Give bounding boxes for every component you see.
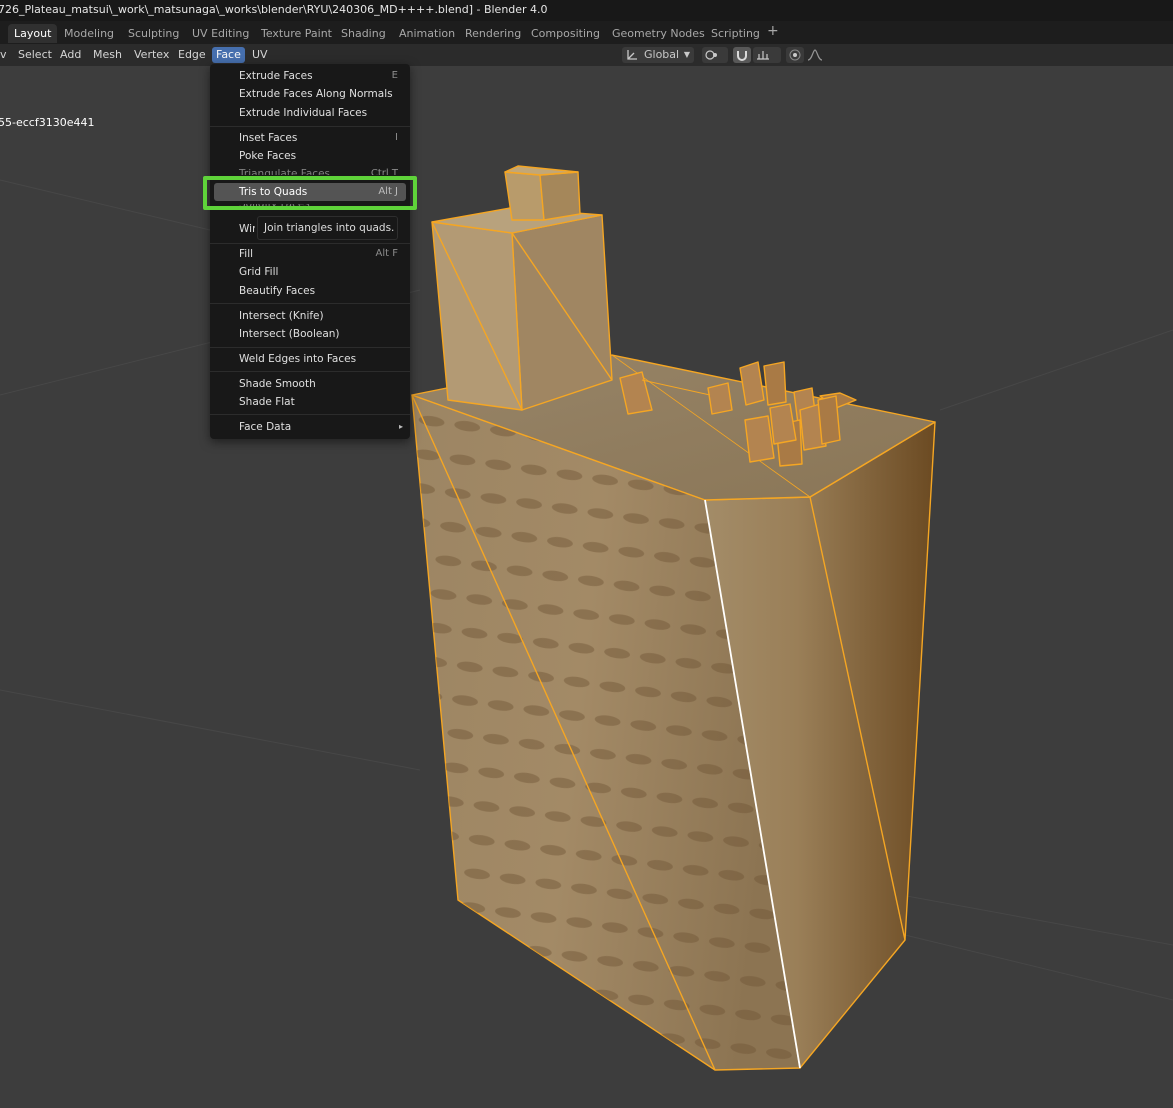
object-name-label: 55-eccf3130e441 <box>0 116 95 129</box>
window-title: 726_Plateau_matsui\_work\_matsunaga\_wor… <box>0 3 548 16</box>
menu-item-shade-smooth[interactable]: Shade Smooth <box>210 375 410 393</box>
snap-target-dropdown[interactable] <box>753 47 781 63</box>
menu-select[interactable]: Select <box>14 47 56 63</box>
menu-face[interactable]: Face <box>212 47 245 63</box>
add-workspace-button[interactable]: + <box>767 23 779 39</box>
menu-item-triangulate-faces[interactable]: Triangulate Faces Ctrl T <box>210 165 410 175</box>
tab-modeling[interactable]: Modeling <box>58 24 120 43</box>
menu-item-extrude-faces[interactable]: Extrude Faces E <box>210 67 410 85</box>
menu-item-weld-edges-into-faces[interactable]: Weld Edges into Faces <box>210 350 410 368</box>
transform-orientation-value: Global <box>644 48 680 61</box>
menu-uv[interactable]: UV <box>248 47 272 63</box>
magnet-icon <box>737 51 747 61</box>
menu-add[interactable]: Add <box>56 47 85 63</box>
menu-item-shade-flat[interactable]: Shade Flat <box>210 393 410 411</box>
face-menu: Extrude Faces E Extrude Faces Along Norm… <box>210 64 410 439</box>
tab-compositing[interactable]: Compositing <box>525 24 606 43</box>
orientation-gizmo-icon <box>627 50 637 60</box>
menu-item-beautify-faces[interactable]: Beautify Faces <box>210 282 410 300</box>
snap-toggle[interactable] <box>733 47 751 63</box>
window-title-bar: 726_Plateau_matsui\_work\_matsunaga\_wor… <box>0 0 1173 21</box>
menu-vertex[interactable]: Vertex <box>130 47 173 63</box>
transform-orientation-dropdown[interactable]: Global ▼ <box>622 47 694 63</box>
tab-layout[interactable]: Layout <box>8 24 58 43</box>
cap-side <box>539 171 581 221</box>
tab-scripting[interactable]: Scripting <box>705 24 766 43</box>
submenu-arrow-icon: ▸ <box>398 422 403 431</box>
pivot-point-icon <box>705 50 717 60</box>
menu-item-intersect-boolean[interactable]: Intersect (Boolean) <box>210 325 410 343</box>
menu-edge[interactable]: Edge <box>174 47 210 63</box>
proportional-edit-icon <box>789 49 801 61</box>
menu-view[interactable]: v <box>0 47 11 63</box>
proportional-edit-toggle[interactable] <box>786 47 804 63</box>
highlight-annotation-box <box>203 176 417 210</box>
viewport-header: v Select Add Mesh Vertex Edge Face UV Gl… <box>0 44 1173 66</box>
tab-rendering[interactable]: Rendering <box>459 24 527 43</box>
menu-separator <box>210 347 410 348</box>
tab-animation[interactable]: Animation <box>393 24 461 43</box>
tab-geometry-nodes[interactable]: Geometry Nodes <box>606 24 711 43</box>
building-mesh <box>411 165 936 1071</box>
menu-item-wireframe[interactable]: Wireframe <box>210 220 255 238</box>
proportional-falloff-dropdown[interactable] <box>806 47 832 63</box>
menu-item-fill[interactable]: Fill Alt F <box>210 245 410 263</box>
menu-item-extrude-individual-faces[interactable]: Extrude Individual Faces <box>210 104 410 122</box>
tab-texture-paint[interactable]: Texture Paint <box>255 24 338 43</box>
menu-item-grid-fill[interactable]: Grid Fill <box>210 263 410 281</box>
menu-item-face-data[interactable]: Face Data ▸ <box>210 418 410 436</box>
menu-item-extrude-faces-along-normals[interactable]: Extrude Faces Along Normals <box>210 85 410 103</box>
snap-increment-icon <box>757 51 769 60</box>
chevron-down-icon: ▼ <box>683 50 690 59</box>
menu-mesh[interactable]: Mesh <box>89 47 126 63</box>
menu-separator <box>210 371 410 372</box>
tab-uv-editing[interactable]: UV Editing <box>186 24 255 43</box>
pivot-point-dropdown[interactable] <box>702 47 728 63</box>
menu-item-intersect-knife[interactable]: Intersect (Knife) <box>210 307 410 325</box>
menu-item-poke-faces[interactable]: Poke Faces <box>210 147 410 165</box>
menu-item-inset-faces[interactable]: Inset Faces I <box>210 129 410 147</box>
3d-viewport[interactable] <box>0 66 1173 1108</box>
falloff-curve-icon <box>807 49 823 61</box>
menu-separator <box>210 414 410 415</box>
cap-front <box>504 171 545 221</box>
tab-shading[interactable]: Shading <box>335 24 392 43</box>
menu-separator <box>210 303 410 304</box>
tab-sculpting[interactable]: Sculpting <box>122 24 185 43</box>
menu-separator <box>210 243 410 244</box>
workspace-tab-bar: Layout Modeling Sculpting UV Editing Tex… <box>0 21 1173 44</box>
tower-side <box>511 214 613 411</box>
menu-separator <box>210 126 410 127</box>
tooltip: Join triangles into quads. <box>257 216 398 240</box>
